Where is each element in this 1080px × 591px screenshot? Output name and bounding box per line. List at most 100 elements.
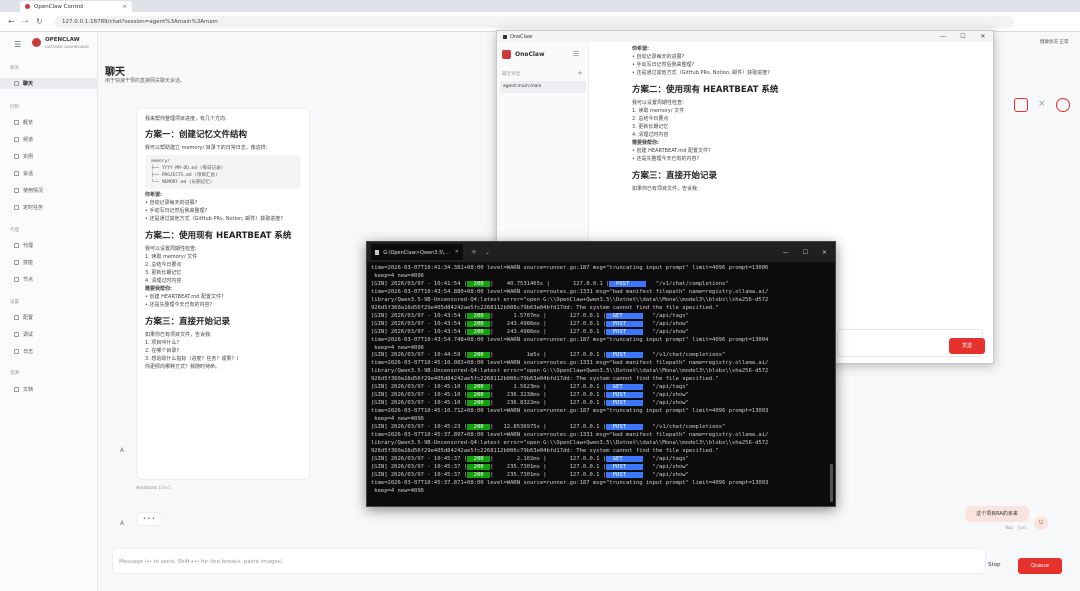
terminal-line: [GIN] 2026/03/07 - 10:43:54 | 200 | 243.… [371,328,689,335]
terminal-line: time=2026-03-07T10:41:34.381+08:00 level… [371,265,769,271]
terminal-tab[interactable]: G:\OpenClaw>Qwen3.5\... - 复制 ✕ [371,244,463,260]
channel-icon [14,137,19,142]
plan-3-text: 如果你已有项目文件，告诉我: [632,186,699,192]
dropdown-icon[interactable]: ⌄ [485,249,490,256]
sidebar-toggle-icon[interactable]: ☰ [573,50,579,58]
user-message: 这个项目RA的未来 [965,506,1029,522]
heading-plan-3: 方案三：直接开始记录 [632,171,718,181]
terminal-line: 926d5f360a16d56f29e405d84242ae5fc2268112… [371,376,719,383]
sidebar-item-cron[interactable]: 定时任务 [0,202,43,213]
minimize-icon[interactable]: — [933,31,953,42]
stop-button[interactable]: Stop [988,562,1001,568]
terminal-tabbar: G:\OpenClaw>Qwen3.5\... - 复制 ✕ + ⌄ — ☐ ✕ [367,242,835,262]
sidebar-item-channels[interactable]: 频道 [0,134,33,145]
message-input[interactable]: Message (↩ to send, Shift+↩ for line bre… [112,548,986,574]
list-item: • 自动记录每天的进展? [632,54,685,60]
question-label: 你希望: [632,46,649,52]
close-tab-icon[interactable]: × [122,4,127,10]
terminal-line: keep=4 new=4096 [371,344,424,351]
terminal-line: library/Qwen3.5-9B-Uncensored-Q4:latest … [371,439,769,446]
sidebar-item-nodes[interactable]: 节点 [0,274,33,285]
list-item: 1. 读取 memory/ 文件 [632,108,685,114]
heading-plan-2: 方案二：使用现有 HEARTBEAT 系统 [145,231,292,241]
new-tab-icon[interactable]: + [471,248,477,256]
chat-icon [14,81,19,86]
sidebar-item-label: 技能 [23,260,34,266]
url-text: 127.0.0.1:18789/chat?session=agent%3Amai… [62,19,218,25]
sidebar-item-label: 调试 [23,332,34,338]
terminal-tab-title: G:\OpenClaw>Qwen3.5\... - 复制 [383,249,451,256]
sidebar-item-skills[interactable]: 技能 [0,257,33,268]
maximize-icon[interactable]: ☐ [953,31,973,42]
assistant-avatar: A [120,447,125,454]
terminal-line: time=2026-03-07T10:45:10.083+08:00 level… [371,360,769,367]
terminal-line: [GIN] 2026/03/07 - 10:45:23 | 200 | 12.8… [371,424,726,431]
page-subtitle: 用于快速干预的直接网关聊天会话。 [105,78,186,84]
close-tab-icon[interactable]: ✕ [455,249,459,255]
new-session-icon[interactable] [1014,98,1028,112]
terminal-line: time=2026-03-07T10:43:54.748+08:00 level… [371,336,769,343]
sidebar-item-logs[interactable]: 日志 [0,346,33,357]
browser-tab[interactable]: OpenClaw Control × [20,1,132,12]
plan-3-text: 如果你已有项目文件，告诉我: [145,332,212,338]
sidebar-item-chat[interactable]: 聊天 [0,78,97,89]
plan-2-text: 我可以设置周期性检查: [145,246,197,252]
list-item-text: 还是通过其他方式（GitHub PRs, Notion, 邮件）获取进度? [149,216,283,222]
close-icon[interactable]: × [1038,99,1046,109]
list-item: 3. 更新长期记忆 [145,270,182,276]
terminal-output[interactable]: time=2026-03-07T10:41:34.381+08:00 level… [367,262,835,506]
close-icon[interactable]: ✕ [973,31,993,42]
user-time: Just [1018,526,1027,531]
terminal-line: 926d5f360a16d56f29e405d84242ae5fc2268112… [371,304,719,311]
page-title: 聊天 [105,67,125,78]
close-icon[interactable]: ✕ [822,249,827,256]
question-label: 你希望: [145,192,162,198]
sidebar-item-overview[interactable]: 概览 [0,117,33,128]
code-line: └── MEMORY.md (长期记忆) [151,180,213,185]
maximize-icon[interactable]: ☐ [803,249,808,256]
typing-indicator: • • • [136,512,162,526]
session-item[interactable]: agent:main:main [500,81,586,93]
log-icon [14,349,19,354]
terminal-line: [GIN] 2026/03/07 - 10:45:10 | 200 | 1.56… [371,384,689,391]
brand-name: OPENCLAW [45,37,80,43]
forward-icon[interactable]: → [22,17,29,26]
sidebar-item-docs[interactable]: 文档 [0,384,33,395]
list-item: • 手动写日记然后我来整理? [632,62,695,68]
sidebar-item-config[interactable]: 配置 [0,312,33,323]
doc-icon [14,387,19,392]
sidebar-item-instances[interactable]: 实例 [0,151,33,162]
reload-icon[interactable]: ↻ [36,17,43,26]
terminal-line: [GIN] 2026/03/07 - 10:43:54 | 200 | 1.57… [371,312,689,319]
favicon-icon [25,4,30,9]
add-session-icon[interactable]: + [577,69,583,77]
url-field[interactable]: 127.0.0.1:18789/chat?session=agent%3Amai… [54,16,1014,28]
back-icon[interactable]: ← [8,17,15,26]
terminal-scrollbar[interactable] [830,464,833,502]
minimize-icon[interactable]: — [783,249,789,256]
sidebar-item-usage[interactable]: 使用情况 [0,185,43,196]
list-item-text: 还是通过其他方式（GitHub PRs, Notion, 邮件）获取进度? [636,70,770,76]
nav-section-settings: 设置 [10,300,19,305]
terminal-line: [GIN] 2026/03/07 - 10:45:37 | 200 | 2.10… [371,455,689,462]
list-item: 2. 总结今日要点 [145,262,182,268]
send-button[interactable]: 发送 [949,338,985,354]
code-line: memory/ [151,159,170,164]
list-item-text: 创建 HEARTBEAT.md 配置文件? [636,148,711,154]
sidebar-item-debug[interactable]: 调试 [0,329,33,340]
history-icon[interactable] [1056,98,1070,112]
browser-tab-bar [0,0,1080,12]
confirm-label: 需要我帮你: [632,140,660,146]
oneclaw-window-title: OneClaw [510,33,533,40]
code-block: memory/ ├── YYYY-MM-DD.md (每日记录) ├── PRO… [145,155,301,189]
list-item: • 还是先整理今天已有的内容? [145,302,213,308]
overview-icon [14,120,19,125]
menu-icon[interactable]: ☰ [14,40,21,49]
sidebar-item-agents[interactable]: 代理 [0,240,33,251]
queue-button[interactable]: Queue [1018,558,1062,574]
terminal-line: [GIN] 2026/03/07 - 10:45:37 | 200 | 235.… [371,463,689,470]
sidebar-item-sessions[interactable]: 会话 [0,168,33,179]
assistant-message: 我来帮你整理项目进度，有几个方向: 方案一：创建记忆文件结构 我可以帮助建立 m… [136,108,310,480]
message-author: Assistant [136,486,157,491]
